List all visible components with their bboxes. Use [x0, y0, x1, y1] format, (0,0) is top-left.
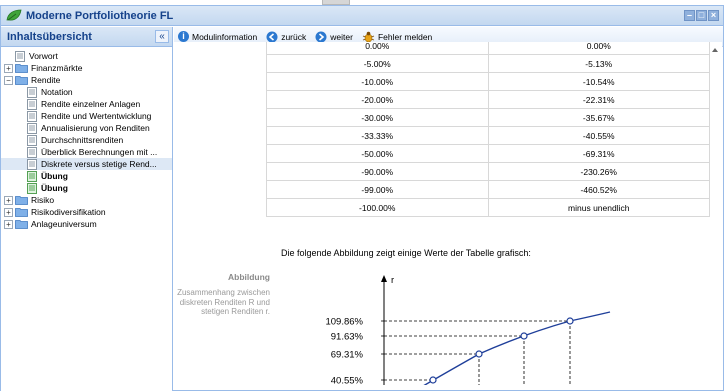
window-titlebar[interactable]: Moderne Portfoliotheorie FL – □ ×	[1, 6, 723, 26]
tree-item[interactable]: Übung	[1, 170, 172, 182]
module-info-label: Modulinformation	[192, 31, 258, 42]
folder-icon	[15, 196, 28, 205]
tree-item[interactable]: Diskrete versus stetige Rend...	[1, 158, 172, 170]
tree-item[interactable]: + Finanzmärkte	[1, 62, 172, 74]
exercise-icon	[27, 182, 37, 194]
y-tick-label: 91.63%	[331, 332, 364, 343]
tree-item[interactable]: Vorwort	[1, 50, 172, 62]
scroll-up-icon[interactable]	[712, 48, 718, 52]
tree-item[interactable]: Überblick Berechnungen mit ...	[1, 146, 172, 158]
data-point	[475, 350, 483, 358]
content-area[interactable]: 0.00% 0.00% -5.00% -5.13% -10.00% -10.54% -20.…	[173, 42, 710, 385]
window-controls: – □ ×	[684, 10, 719, 21]
expand-icon[interactable]: +	[4, 219, 13, 229]
data-point	[520, 332, 528, 340]
tree-item[interactable]: Übung	[1, 182, 172, 194]
tree-item[interactable]: Notation	[1, 86, 172, 98]
forward-button[interactable]: weiter	[315, 31, 353, 43]
expand-icon[interactable]: +	[4, 207, 13, 217]
folder-icon	[15, 76, 28, 85]
folder-icon	[15, 208, 28, 217]
data-point	[429, 376, 437, 384]
document-icon	[27, 122, 37, 134]
tree-item-label: Rendite	[31, 75, 61, 85]
app-leaf-icon	[6, 9, 22, 21]
tree-item-label: Finanzmärkte	[31, 63, 83, 73]
tree-item-label: Annualisierung von Renditen	[41, 123, 150, 133]
report-error-label: Fehler melden	[377, 31, 433, 42]
tree-item[interactable]: Rendite und Wertentwicklung	[1, 110, 172, 122]
folder-icon	[15, 220, 28, 229]
tree-item-label: Notation	[41, 87, 73, 97]
tree-item-label: Anlageuniversum	[31, 219, 97, 229]
close-icon[interactable]: ×	[708, 10, 719, 21]
tree-item-label: Risiko	[31, 195, 55, 205]
data-point	[566, 317, 574, 325]
document-icon	[27, 146, 37, 158]
info-icon: i	[178, 31, 189, 42]
window-title: Moderne Portfoliotheorie FL	[26, 10, 174, 22]
tree-item-label: Rendite einzelner Anlagen	[41, 99, 141, 109]
tree-item-label: Rendite und Wertentwicklung	[41, 111, 152, 121]
tree-item[interactable]: Durchschnittsrenditen	[1, 134, 172, 146]
forward-label: weiter	[330, 31, 353, 42]
document-icon	[27, 110, 37, 122]
tree-item[interactable]: − Rendite	[1, 74, 172, 86]
content-scrollbar[interactable]	[710, 42, 722, 385]
tree-item[interactable]: + Risikodiversifikation	[1, 206, 172, 218]
navigation-tree: Vorwort + Finanzmärkte − Rendite Notation Rend…	[1, 47, 172, 230]
collapse-sidebar-button[interactable]: «	[155, 30, 169, 43]
arrow-right-icon	[315, 31, 327, 42]
tree-item-label: Risikodiversifikation	[31, 207, 106, 217]
y-tick-label: 69.31%	[331, 350, 364, 361]
tree-item-label: Durchschnittsrenditen	[41, 135, 124, 145]
bug-icon	[362, 31, 375, 42]
tree-item-label: Diskrete versus stetige Rend...	[41, 159, 157, 169]
document-icon	[15, 50, 25, 62]
tree-item-label: Übung	[41, 171, 68, 181]
arrow-left-icon	[266, 31, 278, 42]
tree-item-label: Überblick Berechnungen mit ...	[41, 147, 158, 157]
document-icon	[27, 98, 37, 110]
back-label: zurück	[281, 31, 307, 42]
exercise-icon	[27, 170, 37, 182]
y-tick-label: 40.55%	[331, 376, 364, 386]
y-tick-label: 109.86%	[325, 317, 363, 328]
tree-item[interactable]: + Risiko	[1, 194, 172, 206]
y-axis-label: r	[391, 275, 394, 286]
tree-item[interactable]: + Anlageuniversum	[1, 218, 172, 230]
tree-item[interactable]: Rendite einzelner Anlagen	[1, 98, 172, 110]
document-icon	[27, 158, 37, 170]
report-error-button[interactable]: Fehler melden	[362, 31, 432, 43]
collapse-icon[interactable]: −	[4, 75, 13, 85]
log-return-curve	[423, 311, 611, 385]
returns-chart: r 109.86% 91.63% 69.31% 40.55%	[325, 275, 611, 386]
back-button[interactable]: zurück	[266, 31, 306, 43]
sidebar: Inhaltsübersicht « Vorwort + Finanzmärkte −…	[1, 27, 173, 391]
document-icon	[27, 86, 37, 98]
minimize-icon[interactable]: –	[684, 10, 695, 21]
expand-icon[interactable]: +	[4, 195, 13, 205]
module-info-button[interactable]: i Modulinformation	[178, 31, 257, 42]
document-icon	[27, 134, 37, 146]
tree-item-label: Übung	[41, 183, 68, 193]
expand-icon[interactable]: +	[4, 63, 13, 73]
y-axis-arrow	[381, 275, 387, 282]
maximize-icon[interactable]: □	[696, 10, 707, 21]
sidebar-title: Inhaltsübersicht	[7, 31, 92, 43]
tree-item[interactable]: Annualisierung von Renditen	[1, 122, 172, 134]
sidebar-header: Inhaltsübersicht «	[1, 27, 172, 47]
tree-item-label: Vorwort	[29, 51, 58, 61]
folder-icon	[15, 64, 28, 73]
